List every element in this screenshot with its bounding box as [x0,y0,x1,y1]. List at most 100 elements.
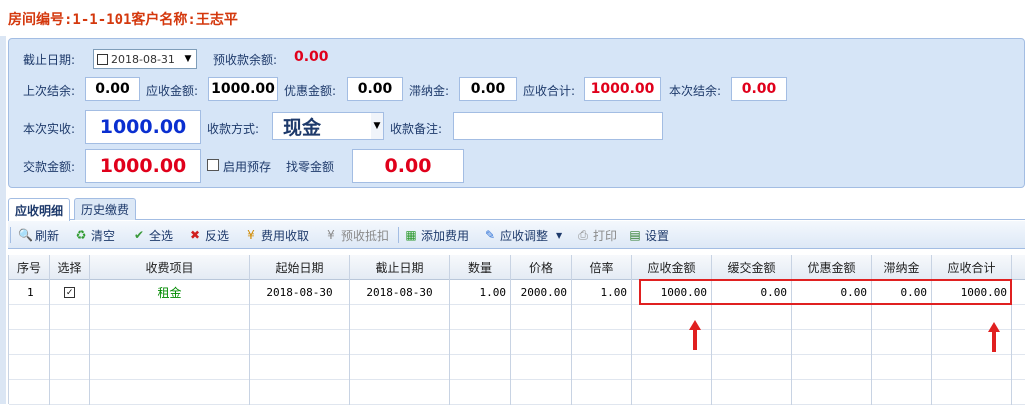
empty-cell [632,355,712,380]
col-header-price[interactable]: 价格 [511,255,572,280]
empty-cell [932,355,1012,380]
receivable-total-field[interactable]: 1000.00 [584,77,661,101]
col-header-no[interactable]: 序号 [9,255,50,280]
col-header-select[interactable]: 选择 [50,255,90,280]
tab-payment-history[interactable]: 历史缴费 [74,198,137,220]
empty-cell [250,305,350,330]
left-edge-border [0,36,6,404]
empty-cell [50,305,90,330]
receivable-adjust-button[interactable]: ✎ 应收调整 ▼ [483,226,562,244]
settings-button[interactable]: ▤ 设置 [628,226,669,244]
clear-button[interactable]: ♻ 清空 [74,226,115,244]
cell-rate: 1.00 [572,280,632,305]
cutoff-date-picker[interactable]: 2018-08-31 ▼ [93,49,197,69]
select-all-label: 全选 [149,228,174,243]
paid-amount-field[interactable]: 1000.00 [85,149,201,183]
late-fee-field[interactable]: 0.00 [459,77,517,101]
payment-method-value: 现金 [283,116,322,139]
settings-icon: ▤ [629,228,641,242]
col-header-end-date[interactable]: 截止日期 [350,255,450,280]
broom-icon: ♻ [75,228,87,242]
empty-cell [9,380,50,405]
cell-select[interactable]: ✓ [50,280,90,305]
add-fee-label: 添加费用 [421,228,470,243]
empty-cell [792,380,872,405]
discount-field[interactable]: 0.00 [347,77,403,101]
empty-cell [572,355,632,380]
empty-cell [712,330,792,355]
invert-selection-button[interactable]: ✖ 反选 [188,226,229,244]
cell-qty: 1.00 [450,280,511,305]
payment-method-select[interactable]: 现金 ▼ [272,112,384,140]
tab-receivable-detail[interactable]: 应收明细 [8,198,71,221]
empty-cell [712,355,792,380]
this-balance-label: 本次结余: [669,84,722,98]
table-row-empty [9,305,1025,330]
chevron-down-icon[interactable]: ▼ [556,231,562,240]
chevron-down-icon[interactable]: ▼ [180,50,196,68]
empty-cell [572,330,632,355]
col-header-deferred[interactable]: 缓交金额 [712,255,792,280]
select-all-button[interactable]: ✔ 全选 [132,226,173,244]
empty-cell [792,330,872,355]
empty-cell [9,330,50,355]
table-row-empty [9,380,1025,405]
fee-collect-label: 费用收取 [261,228,310,243]
magnifier-icon: 🔍 [18,228,33,242]
change-field[interactable]: 0.00 [352,149,464,183]
toolbar-separator [398,227,399,243]
col-header-qty[interactable]: 数量 [450,255,511,280]
empty-cell [350,330,450,355]
col-header-receivable[interactable]: 应收金额 [632,255,712,280]
prepaid-offset-button[interactable]: ¥ 预收抵扣 [324,226,389,244]
annotation-highlight-box [639,279,1012,305]
actual-received-field[interactable]: 1000.00 [85,110,201,144]
empty-cell [450,305,511,330]
invert-label: 反选 [205,228,230,243]
discount-label: 优惠金额: [284,84,337,98]
receivable-field[interactable]: 1000.00 [208,77,278,101]
grid-toolbar: 🔍 刷新 ♻ 清空 ✔ 全选 ✖ 反选 ¥ 费用收取 ¥ 预收抵扣 ▦ 添加费用… [8,221,1025,249]
print-button[interactable]: ⎙ 打印 [576,226,617,244]
room-customer-title: 房间编号:1-1-101客户名称:王志平 [8,12,238,28]
empty-cell [450,355,511,380]
empty-cell [50,355,90,380]
fee-collect-button[interactable]: ¥ 费用收取 [244,226,309,244]
cutoff-date-checkbox[interactable] [97,53,108,65]
clear-label: 清空 [91,228,116,243]
col-header-rate[interactable]: 倍率 [572,255,632,280]
col-header-discount[interactable]: 优惠金额 [792,255,872,280]
late-fee-label: 滞纳金: [409,84,450,98]
empty-cell [350,305,450,330]
settings-label: 设置 [645,228,670,243]
col-header-total[interactable]: 应收合计 [932,255,1012,280]
cell-no: 1 [9,280,50,305]
empty-cell [250,380,350,405]
last-balance-field[interactable]: 0.00 [85,77,140,101]
empty-cell [90,380,250,405]
this-balance-field[interactable]: 0.00 [731,77,787,101]
cutoff-date-label: 截止日期: [23,53,76,67]
refresh-label: 刷新 [35,228,60,243]
toolbar-grip [10,227,11,243]
col-header-start-date[interactable]: 起始日期 [250,255,350,280]
add-fee-button[interactable]: ▦ 添加费用 [404,226,469,244]
row-select-checkbox[interactable]: ✓ [64,287,75,298]
payment-note-label: 收款备注: [390,122,443,136]
col-header-late-fee[interactable]: 滞纳金 [872,255,932,280]
yen-icon: ¥ [247,228,255,242]
empty-cell [511,355,572,380]
enable-prepaid-checkbox[interactable] [207,159,219,171]
cell-price: 2000.00 [511,280,572,305]
chevron-down-icon[interactable]: ▼ [371,113,383,139]
empty-cell [250,355,350,380]
cell-item: 租金 [90,280,250,305]
prepaid-balance-label: 预收款余额: [213,53,278,67]
empty-cell [350,380,450,405]
col-header-item[interactable]: 收费项目 [90,255,250,280]
empty-cell [872,330,932,355]
refresh-button[interactable]: 🔍 刷新 [18,226,59,244]
payment-note-field[interactable] [453,112,663,140]
empty-cell [50,330,90,355]
x-icon: ✖ [189,228,201,242]
